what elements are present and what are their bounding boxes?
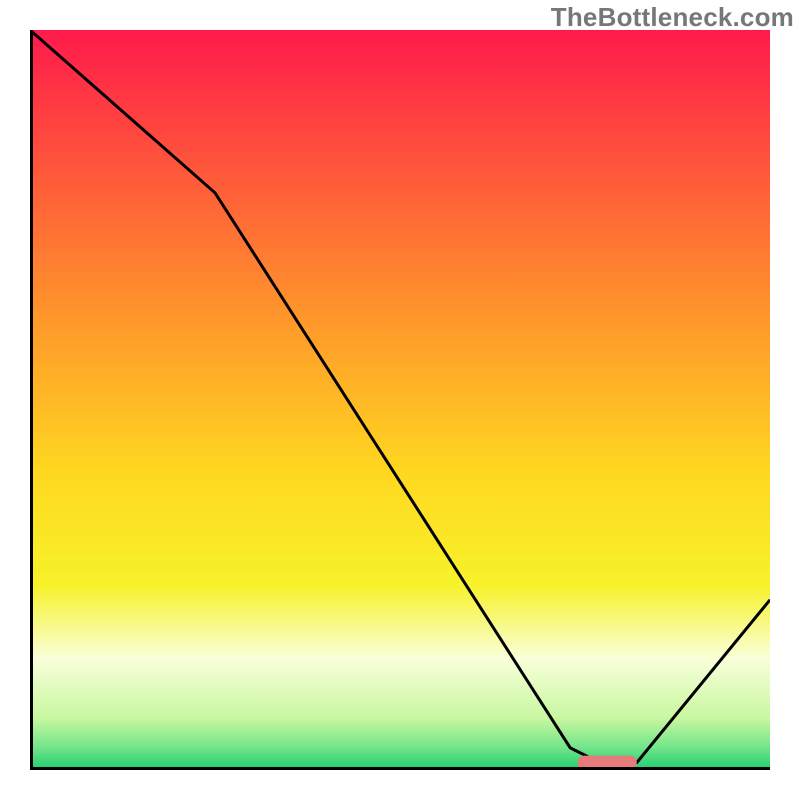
watermark-text: TheBottleneck.com	[551, 2, 794, 33]
plot-frame	[30, 30, 770, 770]
bottleneck-chart	[30, 30, 770, 770]
gradient-background	[30, 30, 770, 770]
chart-container: TheBottleneck.com	[0, 0, 800, 800]
